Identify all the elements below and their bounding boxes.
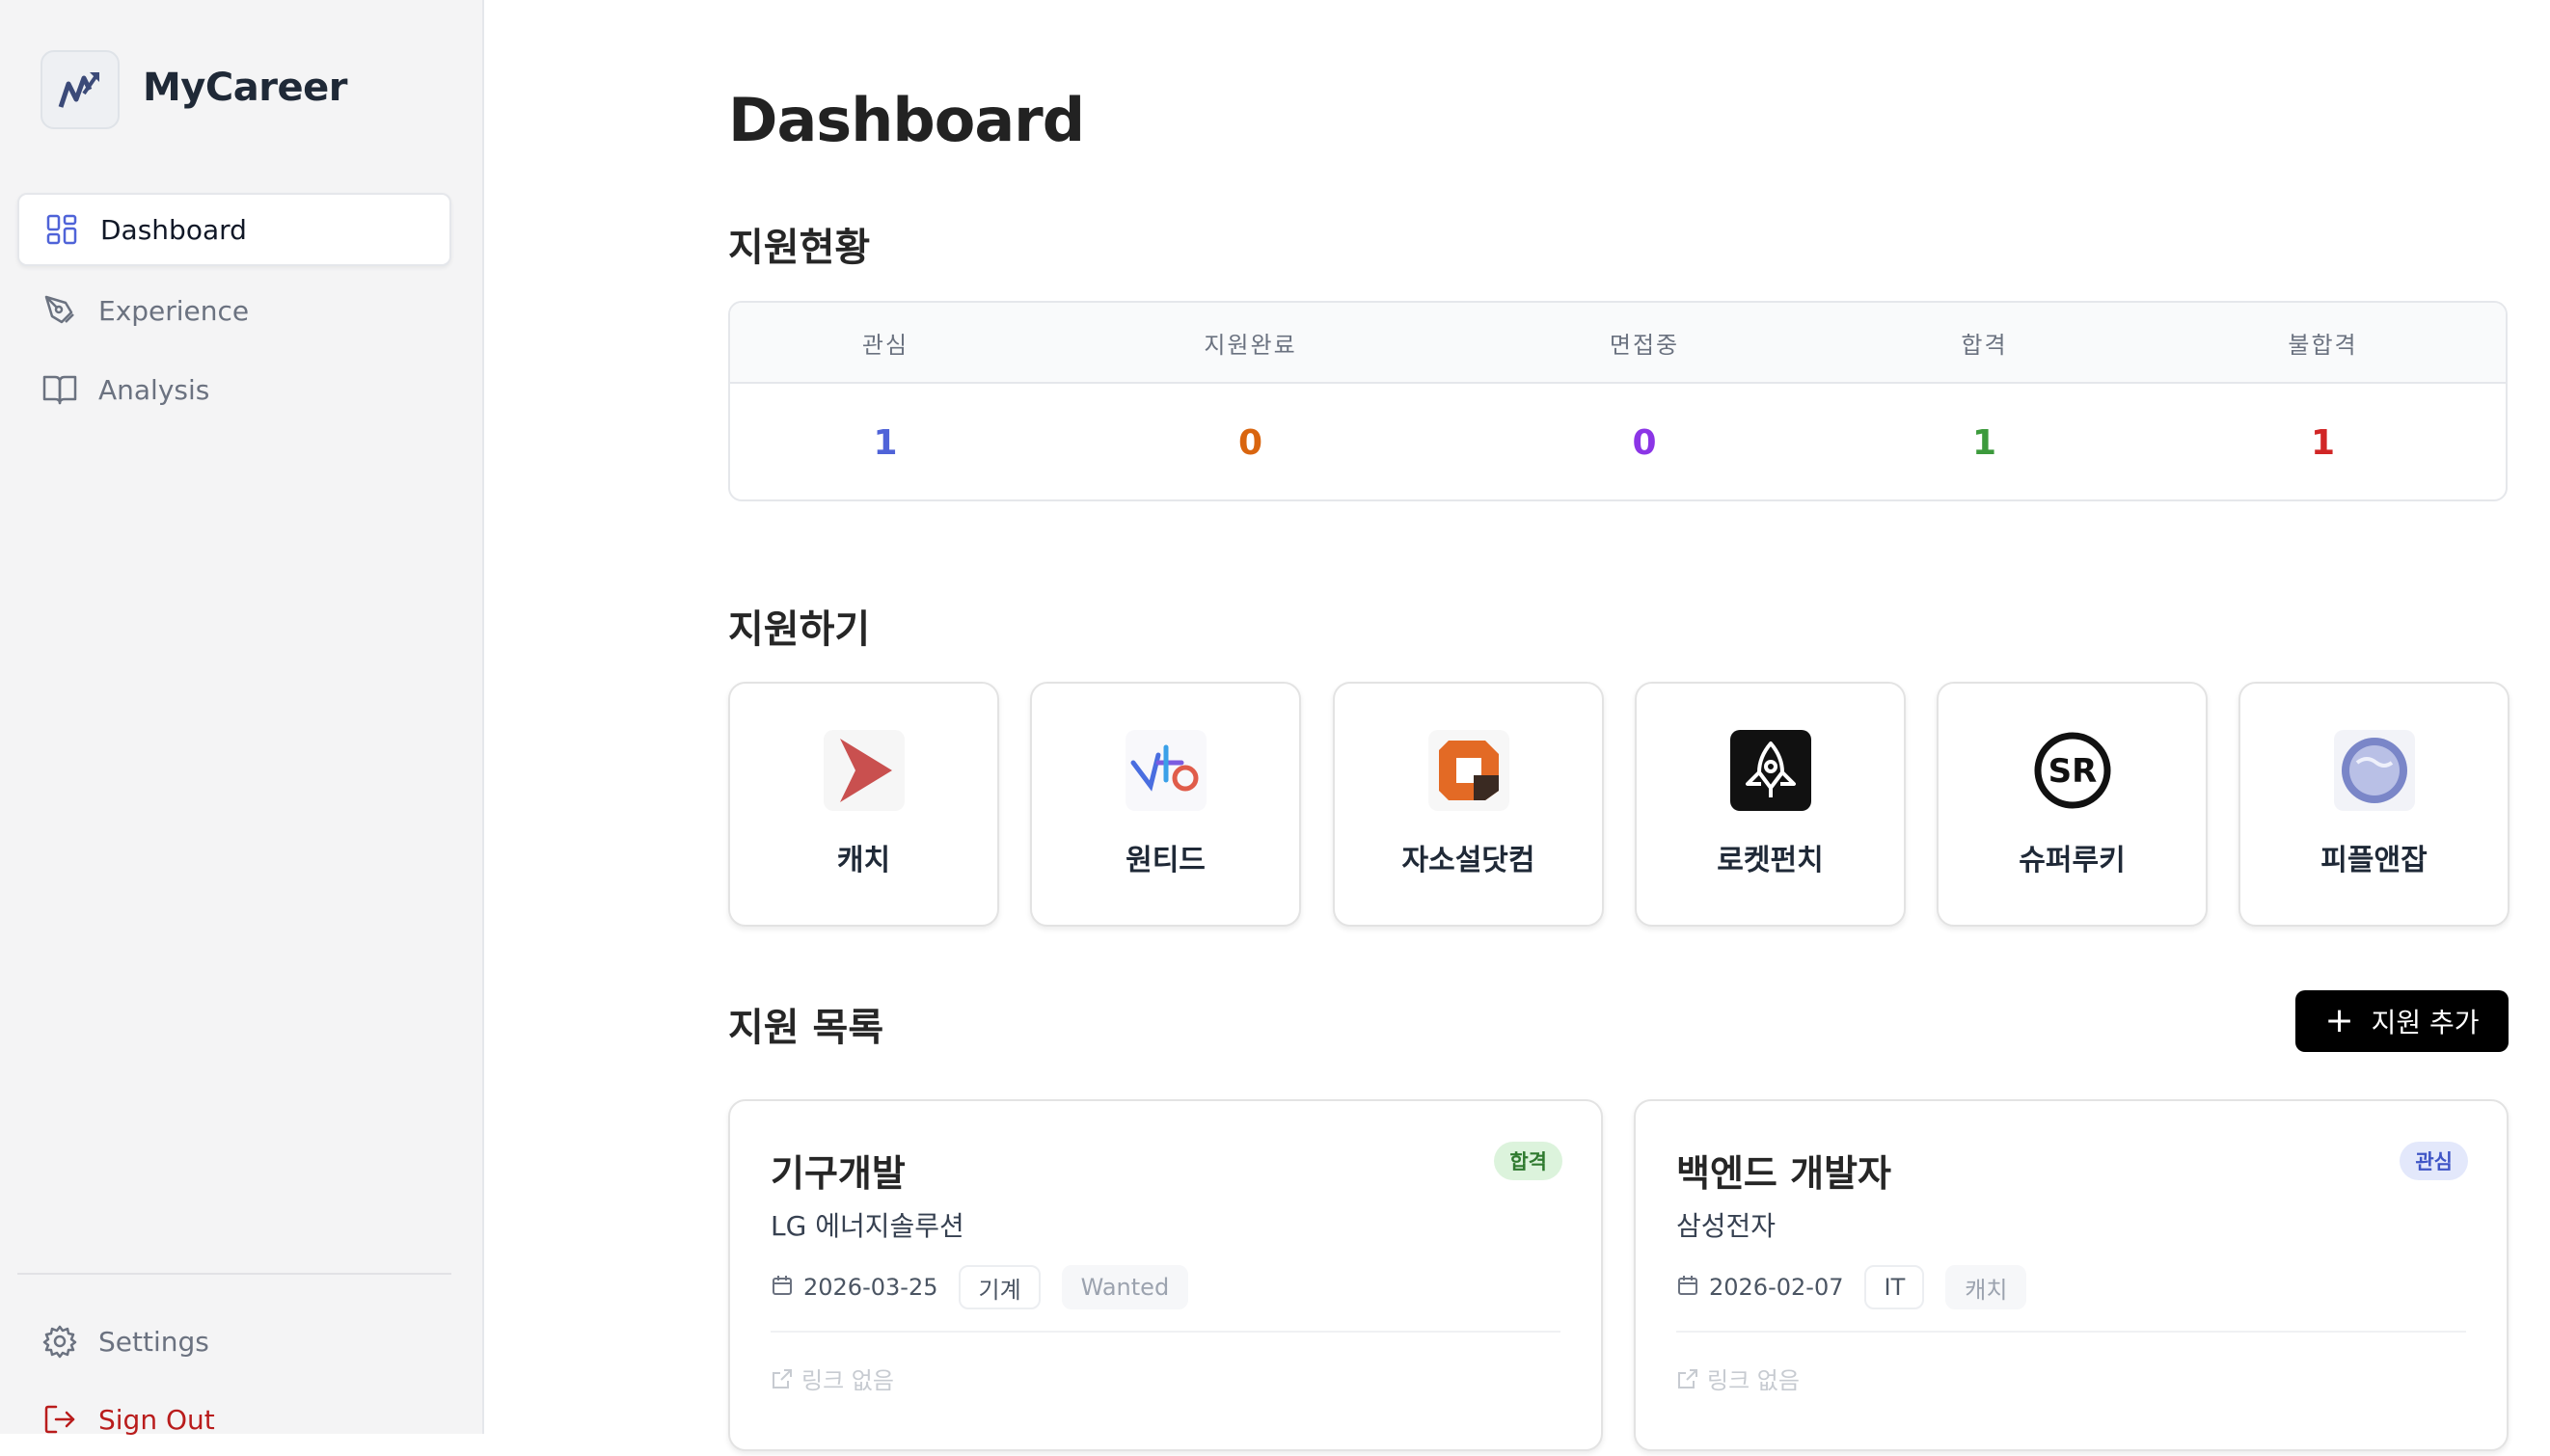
application-link: 링크 없음	[771, 1362, 894, 1395]
status-count-passed: 1	[1971, 422, 1997, 463]
apply-section-title: 지원하기	[728, 607, 871, 652]
application-company: 삼성전자	[1676, 1210, 1777, 1242]
application-title: 백엔드 개발자	[1676, 1152, 1891, 1195]
card-divider	[771, 1331, 1560, 1333]
category-tag: 기계	[959, 1265, 1041, 1309]
external-link-icon	[1678, 1368, 1697, 1389]
apply-card-catch[interactable]: 캐치	[728, 682, 999, 927]
sidebar-item-label: Analysis	[98, 373, 210, 406]
apply-card-peoplenjob[interactable]: 피플앤잡	[2238, 682, 2509, 927]
main-content: Dashboard 지원현황 관심 지원완료 면접중 합격 불합격 1 0 0 …	[484, 0, 2550, 1451]
wanted-logo-icon	[1125, 730, 1207, 811]
status-count-interest: 1	[873, 422, 898, 463]
gear-icon	[41, 1322, 79, 1361]
application-card[interactable]: 백엔드 개발자 삼성전자 관심 2026-02-07 IT 캐치 링크 없음	[1634, 1099, 2509, 1451]
status-header-interview: 면접중	[1609, 331, 1680, 359]
status-count-interview: 0	[1632, 422, 1657, 463]
apply-card-superookie[interactable]: SR 슈퍼루키	[1937, 682, 2208, 927]
card-divider	[1676, 1331, 2466, 1333]
sidebar-item-analysis[interactable]: Analysis	[17, 353, 451, 426]
status-header-row: 관심 지원완료 면접중 합격 불합격	[730, 303, 2506, 384]
sign-out-button[interactable]: Sign Out	[17, 1383, 451, 1456]
status-count-applied: 0	[1237, 422, 1263, 463]
status-count-row: 1 0 0 1 1	[730, 384, 2506, 499]
peoplenjob-logo-icon	[2333, 730, 2415, 811]
sidebar-item-experience[interactable]: Experience	[17, 274, 451, 347]
jasoseol-logo-icon	[1427, 730, 1509, 811]
application-meta: 2026-03-25 기계 Wanted	[771, 1265, 1209, 1309]
application-date: 2026-03-25	[803, 1274, 938, 1301]
application-link: 링크 없음	[1676, 1362, 1800, 1395]
app-logo[interactable]	[41, 50, 120, 129]
brand-name: MyCareer	[143, 66, 347, 110]
status-badge: 합격	[1494, 1142, 1562, 1180]
add-application-label: 지원 추가	[2371, 1007, 2480, 1038]
sign-out-icon	[41, 1400, 79, 1439]
status-header-applied: 지원완료	[1204, 331, 1297, 359]
application-title: 기구개발	[771, 1152, 906, 1195]
status-table: 관심 지원완료 면접중 합격 불합격 1 0 0 1 1	[728, 301, 2508, 501]
apply-card-label: 자소설닷컴	[1401, 844, 1535, 877]
apply-card-label: 로켓펀치	[1717, 844, 1824, 877]
pen-tool-icon	[41, 291, 79, 330]
application-card[interactable]: 기구개발 LG 에너지솔루션 합격 2026-03-25 기계 Wanted 링…	[728, 1099, 1603, 1451]
grid-icon	[42, 210, 81, 249]
apply-card-rocketpunch[interactable]: 로켓펀치	[1635, 682, 1906, 927]
apply-card-label: 피플앤잡	[2320, 844, 2428, 877]
sidebar-item-settings[interactable]: Settings	[17, 1305, 451, 1378]
sidebar-divider	[17, 1273, 451, 1275]
status-header-failed: 불합격	[2288, 331, 2358, 359]
superookie-logo-icon: SR	[2032, 730, 2113, 811]
category-tag: IT	[1864, 1265, 1925, 1309]
link-label: 링크 없음	[801, 1367, 894, 1394]
svg-text:SR: SR	[2048, 752, 2097, 791]
settings-label: Settings	[98, 1325, 209, 1358]
status-count-failed: 1	[2310, 422, 2336, 463]
logo-chart-icon	[58, 72, 99, 108]
catch-logo-icon	[823, 730, 905, 811]
application-company: LG 에너지솔루션	[771, 1210, 964, 1242]
applications-section-title: 지원 목록	[728, 1006, 884, 1050]
calendar-icon	[771, 1274, 794, 1301]
status-badge: 관심	[2400, 1142, 2468, 1180]
apply-card-label: 원티드	[1126, 844, 1206, 877]
sidebar-item-label: Dashboard	[100, 213, 247, 246]
external-link-icon	[773, 1368, 792, 1389]
plus-icon: +	[2324, 1001, 2354, 1040]
book-open-icon	[41, 370, 79, 409]
calendar-icon	[1676, 1274, 1699, 1301]
sign-out-label: Sign Out	[98, 1403, 215, 1436]
status-header-passed: 합격	[1961, 331, 2008, 359]
source-tag: 캐치	[1945, 1265, 2027, 1309]
add-application-button[interactable]: + 지원 추가	[2295, 990, 2509, 1052]
apply-card-label: 슈퍼루키	[2019, 844, 2126, 877]
page-title: Dashboard	[728, 85, 1085, 155]
source-tag: Wanted	[1061, 1265, 1189, 1309]
status-header-interest: 관심	[861, 331, 909, 359]
apply-card-wanted[interactable]: 원티드	[1030, 682, 1301, 927]
apply-card-label: 캐치	[836, 844, 891, 877]
link-label: 링크 없음	[1707, 1367, 1800, 1394]
apply-card-jasoseol[interactable]: 자소설닷컴	[1333, 682, 1604, 927]
application-meta: 2026-02-07 IT 캐치	[1676, 1265, 2048, 1309]
rocketpunch-logo-icon	[1729, 730, 1811, 811]
sidebar: MyCareer Dashboard Experience Analysis S…	[0, 0, 484, 1436]
sidebar-item-label: Experience	[98, 294, 250, 327]
sidebar-item-dashboard[interactable]: Dashboard	[17, 193, 451, 266]
application-date: 2026-02-07	[1709, 1274, 1844, 1301]
status-section-title: 지원현황	[728, 226, 871, 270]
